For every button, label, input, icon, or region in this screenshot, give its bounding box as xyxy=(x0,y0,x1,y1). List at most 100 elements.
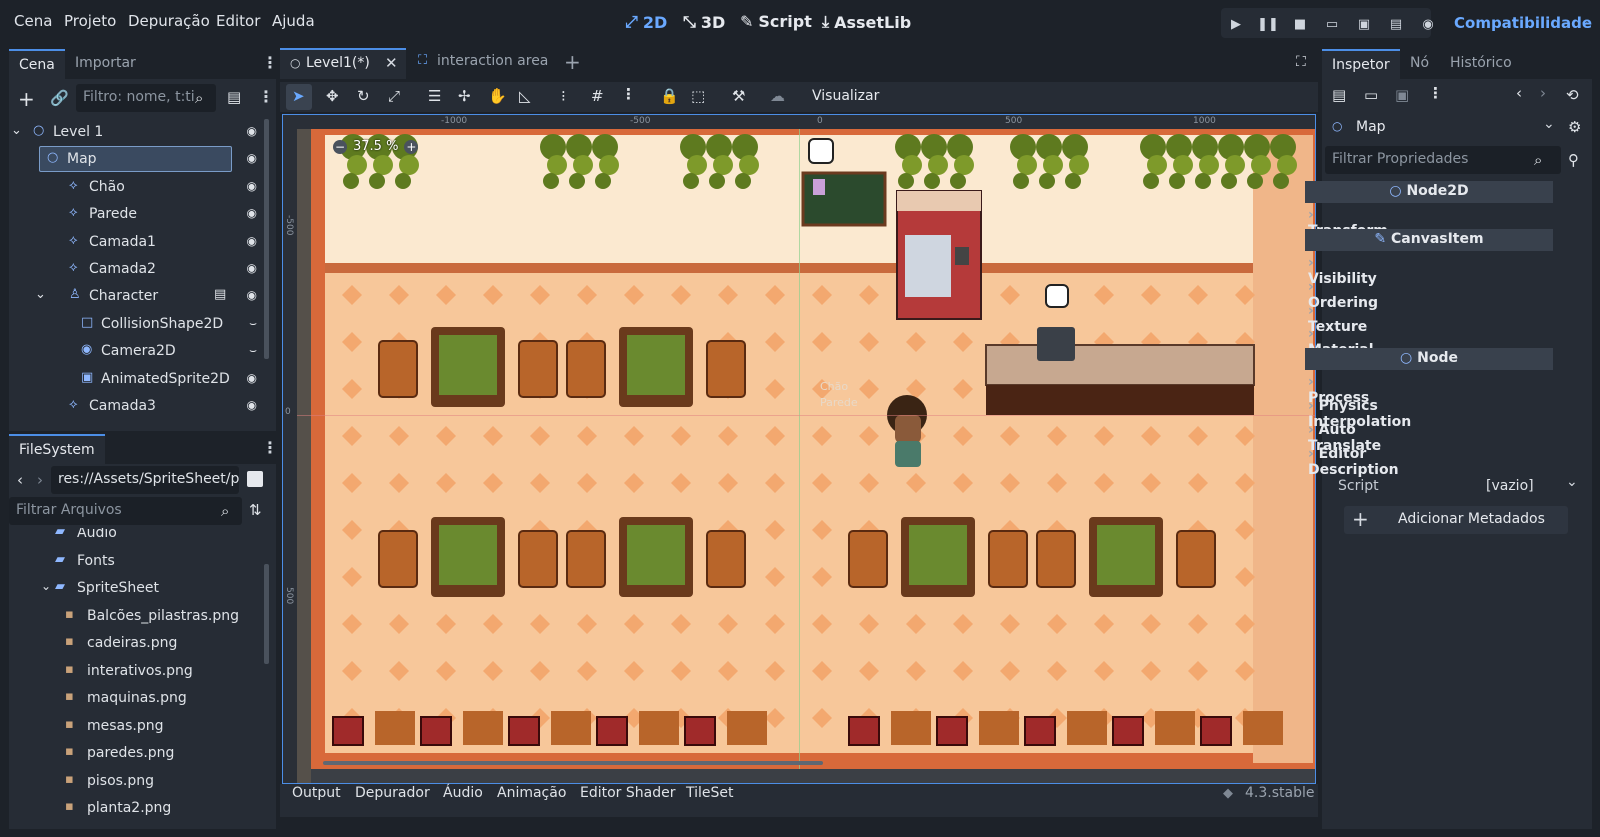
more-icon[interactable]: ⋮ xyxy=(621,85,636,103)
tree-item-camera2d[interactable]: ◉ Camera2D ⌣ xyxy=(9,338,257,364)
scrollbar[interactable] xyxy=(264,119,269,359)
menu-projeto[interactable]: Projeto xyxy=(64,12,116,30)
tab-inspetor[interactable]: Inspetor xyxy=(1322,49,1400,79)
menu-cena[interactable]: Cena xyxy=(14,12,52,30)
settings-icon[interactable]: ⚲ xyxy=(1568,151,1579,169)
smart-snap-icon[interactable]: ⁝ xyxy=(561,87,566,105)
scrollbar[interactable] xyxy=(323,761,823,765)
link-icon[interactable]: 🔗 xyxy=(50,89,69,107)
more-icon[interactable]: ⋮ xyxy=(1428,84,1443,102)
tree-item-animatedsprite2d[interactable]: ▣ AnimatedSprite2D ◉ xyxy=(9,366,257,392)
zoom-level[interactable]: 37.5 % xyxy=(353,139,398,154)
property-filter-input[interactable]: Filtrar Propriedades xyxy=(1325,146,1561,174)
bone-icon[interactable]: ⚒ xyxy=(732,87,745,105)
close-icon[interactable]: ✕ xyxy=(385,54,398,72)
group-icon[interactable]: ⬚ xyxy=(691,87,705,105)
tab-editor-shader[interactable]: Editor Shader xyxy=(580,785,675,801)
node-selector[interactable]: ○ Map ⌄ xyxy=(1328,114,1562,142)
stop-icon[interactable]: ■ xyxy=(1286,10,1314,38)
workspace-script[interactable]: ✎ Script xyxy=(740,12,812,31)
visibility-icon[interactable]: ◉ xyxy=(247,179,257,193)
visibility-icon[interactable]: ◉ xyxy=(247,206,257,220)
add-metadata-button[interactable]: + Adicionar Metadados xyxy=(1344,506,1568,534)
tab-no[interactable]: Nó xyxy=(1400,49,1439,79)
forward-icon[interactable]: › xyxy=(37,471,43,489)
file-item[interactable]: ▪ Balcões_pilastras.png xyxy=(9,603,259,629)
tree-item-collisionshape2d[interactable]: □ CollisionShape2D ⌣ xyxy=(9,311,257,337)
remote-debug-icon[interactable]: ▭ xyxy=(1318,10,1346,38)
tab-importar[interactable]: Importar xyxy=(65,49,146,79)
workspace-2d[interactable]: ⤢ 2D xyxy=(625,12,667,32)
visibility-icon[interactable]: ◉ xyxy=(247,288,257,302)
split-view-icon[interactable] xyxy=(247,471,263,487)
pivot-tool-icon[interactable]: ✢ xyxy=(458,87,471,105)
attach-script-icon[interactable]: ▤ xyxy=(227,88,241,106)
rotate-tool-icon[interactable]: ↻ xyxy=(357,87,370,105)
open-folder-icon[interactable]: ▭ xyxy=(1364,86,1378,104)
tab-cena[interactable]: Cena xyxy=(9,49,65,79)
play-icon[interactable]: ▶ xyxy=(1222,10,1250,38)
folder-item[interactable]: ▰ Audio xyxy=(9,528,259,546)
move-tool-icon[interactable]: ✥ xyxy=(326,87,339,105)
tab-depurador[interactable]: Depurador xyxy=(355,785,430,801)
tree-item-parede[interactable]: ⟡ Parede ◉ xyxy=(9,201,257,227)
tab-output[interactable]: Output xyxy=(292,785,341,801)
more-icon[interactable]: ⋮ xyxy=(262,53,278,72)
back-icon[interactable]: ‹ xyxy=(1516,84,1522,102)
chevron-down-icon[interactable]: ⌄ xyxy=(41,579,51,593)
menu-depuracao[interactable]: Depuração xyxy=(128,12,210,30)
inspector-section-editor-description[interactable]: › Editor Description xyxy=(1308,446,1399,478)
add-node-icon[interactable]: + xyxy=(18,87,35,111)
workspace-assetlib[interactable]: ⤓ AssetLib xyxy=(822,12,911,32)
zoom-in-icon[interactable]: + xyxy=(404,139,419,154)
more-icon[interactable]: ⋮ xyxy=(258,87,274,106)
tree-item-camada3[interactable]: ⟡ Camada3 ◉ xyxy=(9,393,257,419)
workspace-3d[interactable]: ⤡ 3D xyxy=(683,12,725,32)
play-custom-icon[interactable]: ▤ xyxy=(1382,10,1410,38)
zoom-out-icon[interactable]: − xyxy=(333,139,347,154)
tree-item-camada1[interactable]: ⟡ Camada1 ◉ xyxy=(9,229,257,255)
file-item[interactable]: ▪ paredes.png xyxy=(9,740,259,766)
file-item[interactable]: ▪ cadeiras.png xyxy=(9,630,259,656)
viewport-2d[interactable]: -1000 -500 0 500 1000 -500 0 500 − 37.5 … xyxy=(282,114,1316,784)
tab-level1[interactable]: ○ Level1(*) ✕ xyxy=(280,48,406,79)
lock-icon[interactable]: 🔒 xyxy=(660,87,679,105)
hidden-icon[interactable]: ⌣ xyxy=(249,343,257,358)
view-menu[interactable]: Visualizar xyxy=(812,88,879,104)
movie-icon[interactable]: ◉ xyxy=(1414,10,1442,38)
visibility-icon[interactable]: ◉ xyxy=(247,371,257,385)
forward-icon[interactable]: › xyxy=(1540,84,1546,102)
visibility-icon[interactable]: ◉ xyxy=(247,124,257,138)
list-select-icon[interactable]: ☰ xyxy=(428,87,441,105)
chevron-down-icon[interactable]: ⌄ xyxy=(11,123,22,138)
renderer-select[interactable]: Compatibilidade xyxy=(1454,14,1592,32)
scrollbar[interactable] xyxy=(264,564,269,664)
file-item[interactable]: ▪ mesas.png xyxy=(9,713,259,739)
tab-animacao[interactable]: Animação xyxy=(497,785,566,801)
history-icon[interactable]: ⟲ xyxy=(1566,86,1579,104)
new-resource-icon[interactable]: ▤ xyxy=(1332,86,1346,104)
scale-tool-icon[interactable]: ⤢ xyxy=(388,87,400,105)
menu-ajuda[interactable]: Ajuda xyxy=(272,12,315,30)
tab-interaction-area[interactable]: ⛶ interaction area xyxy=(410,48,560,79)
file-item[interactable]: ▪ planta2.png xyxy=(9,795,259,821)
visibility-icon[interactable]: ◉ xyxy=(247,151,257,165)
back-icon[interactable]: ‹ xyxy=(17,471,23,489)
tree-item-level 1[interactable]: ⌄ ○ Level 1 ◉ xyxy=(9,119,257,145)
tree-item-map[interactable]: ○ Map ◉ xyxy=(9,146,257,173)
tree-item-chão[interactable]: ⟡ Chão ◉ xyxy=(9,174,257,200)
tree-item-camada2[interactable]: ⟡ Camada2 ◉ xyxy=(9,256,257,282)
visibility-icon[interactable]: ◉ xyxy=(247,234,257,248)
script-icon[interactable]: ▤ xyxy=(214,287,226,302)
chevron-down-icon[interactable]: ⌄ xyxy=(35,287,46,302)
pan-tool-icon[interactable]: ✋ xyxy=(488,87,507,105)
add-tab-icon[interactable]: + xyxy=(564,50,581,74)
visibility-icon[interactable]: ◉ xyxy=(247,398,257,412)
file-filter-input[interactable]: Filtrar Arquivos xyxy=(9,497,242,525)
visibility-icon[interactable]: ◉ xyxy=(247,261,257,275)
file-item[interactable]: ▪ pisos.png xyxy=(9,768,259,794)
path-field[interactable]: res://Assets/SpriteSheet/pl xyxy=(51,466,239,494)
object-icon[interactable]: ⚙ xyxy=(1568,118,1581,136)
grid-snap-icon[interactable]: # xyxy=(591,87,604,105)
hidden-icon[interactable]: ⌣ xyxy=(249,316,257,331)
